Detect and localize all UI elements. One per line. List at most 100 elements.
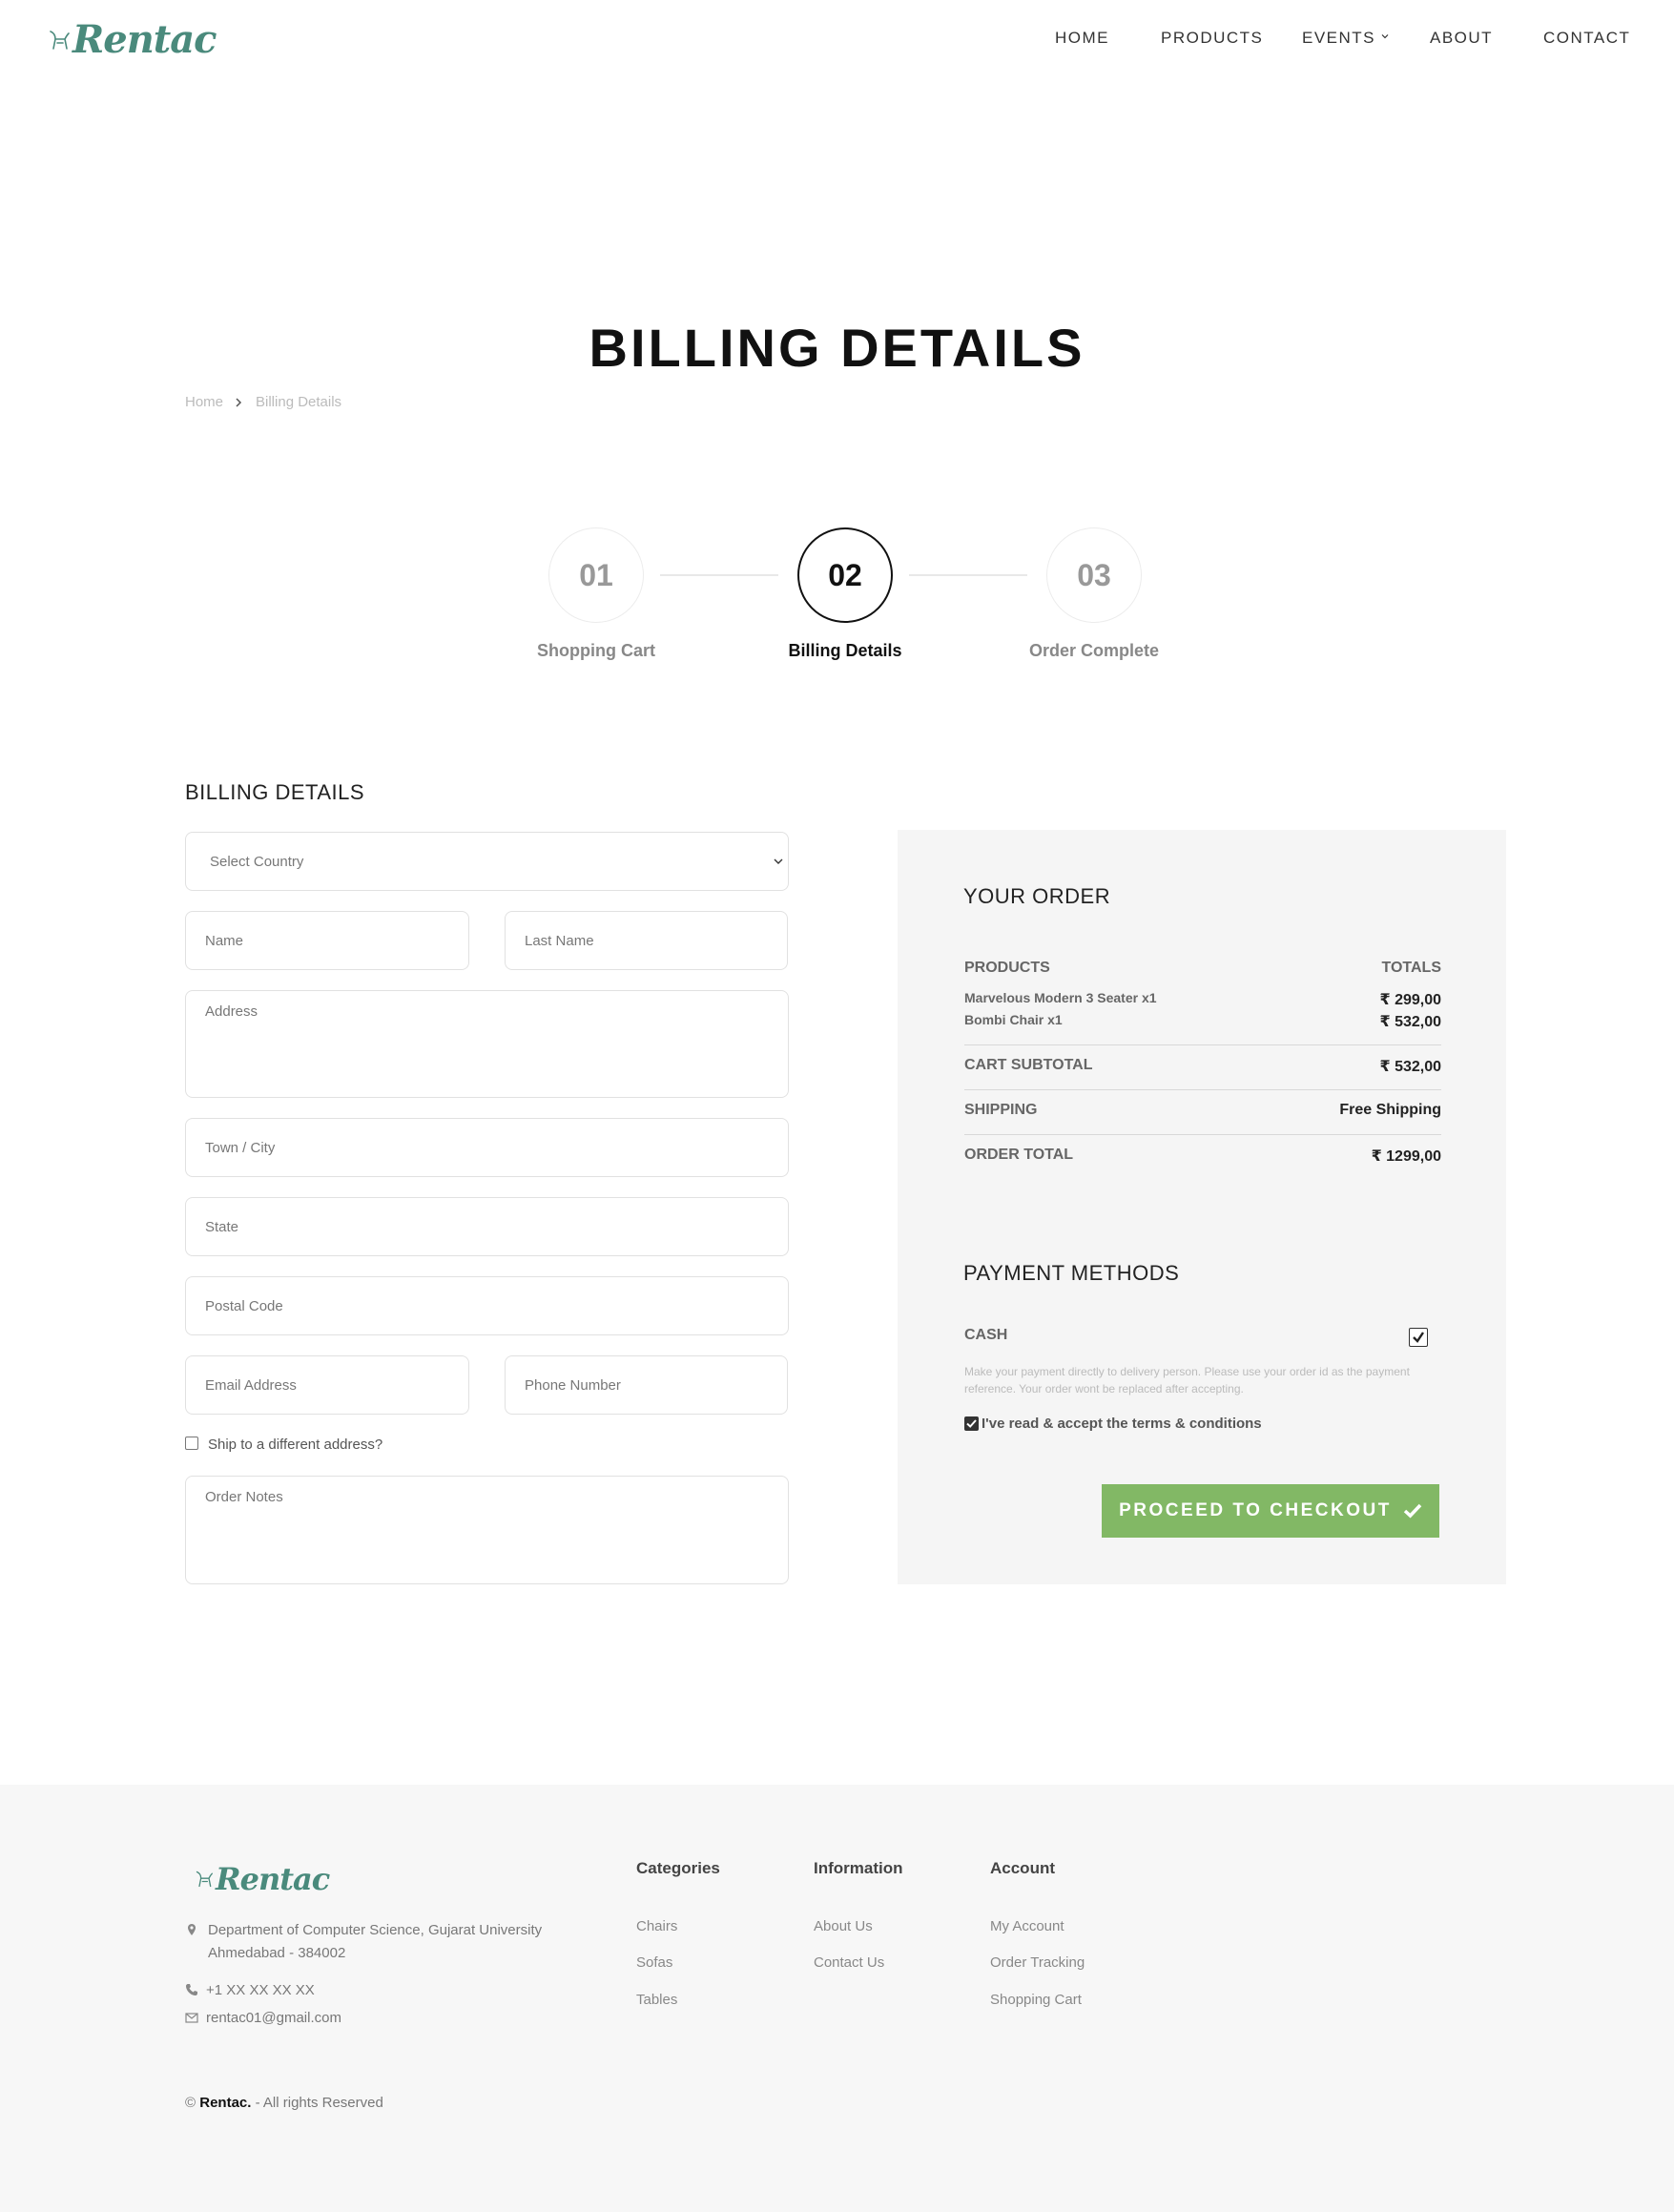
subtotal-label: CART SUBTOTAL	[964, 1057, 1093, 1073]
envelope-icon	[185, 2013, 198, 2023]
footer-categories-title: Categories	[636, 1859, 720, 1877]
phone-icon	[186, 1984, 197, 1995]
address-field[interactable]: Address	[185, 990, 789, 1098]
map-pin-icon	[188, 1924, 196, 1935]
footer-logo[interactable]: Rentac	[195, 1861, 330, 1897]
last-name-placeholder: Last Name	[525, 932, 594, 949]
proceed-to-checkout-button[interactable]: PROCEED TO CHECKOUT	[1102, 1484, 1439, 1538]
name-placeholder: Name	[205, 932, 244, 949]
ship-different-label: Ship to a different address?	[208, 1437, 383, 1453]
footer-link-contact-us[interactable]: Contact Us	[814, 1954, 884, 1971]
chevron-right-icon	[236, 397, 242, 407]
email-field[interactable]: Email Address	[185, 1355, 469, 1415]
name-field[interactable]: Name	[185, 911, 469, 970]
country-select[interactable]: Select Country	[185, 832, 789, 891]
footer-brand-name: Rentac	[216, 1861, 330, 1897]
last-name-field[interactable]: Last Name	[505, 911, 788, 970]
order-summary-panel: YOUR ORDER PRODUCTS TOTALS Marvelous Mod…	[898, 830, 1506, 1584]
payment-method-row: CASH	[964, 1327, 1441, 1344]
breadcrumb-home[interactable]: Home	[185, 394, 223, 410]
step-2-label: Billing Details	[788, 641, 902, 660]
payment-method-label: CASH	[964, 1327, 1008, 1343]
check-icon	[1403, 1503, 1422, 1519]
step-2-circle: 02	[797, 527, 893, 623]
copyright-text: - All rights Reserved	[255, 2095, 383, 2111]
shipping-label: SHIPPING	[964, 1102, 1038, 1118]
step-connector	[660, 574, 778, 576]
step-3-label: Order Complete	[1028, 641, 1160, 660]
order-item-price: ₹ 299,00	[1379, 992, 1441, 1008]
terms-label: I've read & accept the terms & condition…	[982, 1416, 1262, 1432]
footer-link-my-account[interactable]: My Account	[990, 1918, 1064, 1934]
step-3-circle: 03	[1046, 527, 1142, 623]
nav-contact[interactable]: CONTACT	[1543, 29, 1630, 48]
order-item-name: Bombi Chair x1	[964, 1012, 1063, 1027]
order-header-row: PRODUCTS TOTALS	[964, 960, 1441, 977]
terms-checkbox[interactable]	[964, 1416, 979, 1431]
order-item-row: Marvelous Modern 3 Seater x1 ₹ 299,00	[964, 990, 1441, 1008]
postal-code-field[interactable]: Postal Code	[185, 1276, 789, 1335]
breadcrumb: Home Billing Details	[185, 394, 341, 410]
nav-about[interactable]: ABOUT	[1430, 29, 1493, 48]
state-placeholder: State	[205, 1218, 239, 1235]
step-1-circle: 01	[548, 527, 644, 623]
email-placeholder: Email Address	[205, 1376, 297, 1394]
address-line-2: Ahmedabad - 384002	[208, 1945, 346, 1961]
ship-different-checkbox[interactable]	[185, 1437, 198, 1450]
footer-information-title: Information	[814, 1859, 903, 1877]
order-item-row: Bombi Chair x1 ₹ 532,00	[964, 1012, 1441, 1030]
divider	[964, 1044, 1441, 1045]
country-select-value: Select Country	[210, 853, 304, 870]
chevron-down-icon	[1381, 34, 1389, 39]
footer-link-order-tracking[interactable]: Order Tracking	[990, 1954, 1085, 1971]
copyright-symbol: ©	[185, 2095, 196, 2111]
order-total-label: ORDER TOTAL	[964, 1147, 1074, 1163]
chair-logo-icon	[196, 1871, 213, 1888]
payment-methods-title: PAYMENT METHODS	[963, 1261, 1180, 1285]
state-field[interactable]: State	[185, 1197, 789, 1256]
site-footer: Rentac Department of Computer Science, G…	[0, 1785, 1674, 2212]
subtotal-value: ₹ 532,00	[1379, 1059, 1441, 1075]
divider	[964, 1134, 1441, 1135]
shipping-row: SHIPPING Free Shipping	[964, 1102, 1441, 1119]
nav-home[interactable]: HOME	[1055, 29, 1109, 48]
order-item-name: Marvelous Modern 3 Seater x1	[964, 990, 1157, 1005]
phone-field[interactable]: Phone Number	[505, 1355, 788, 1415]
nav-events-label: EVENTS	[1302, 29, 1376, 47]
divider	[964, 1089, 1441, 1090]
footer-link-sofas[interactable]: Sofas	[636, 1954, 672, 1971]
payment-description: Make your payment directly to delivery p…	[964, 1365, 1410, 1395]
footer-link-about-us[interactable]: About Us	[814, 1918, 873, 1934]
subtotal-row: CART SUBTOTAL ₹ 532,00	[964, 1057, 1441, 1075]
copyright: © Rentac. - All rights Reserved	[185, 2095, 383, 2111]
nav-products[interactable]: PRODUCTS	[1161, 29, 1263, 48]
postal-code-placeholder: Postal Code	[205, 1297, 283, 1314]
address-line-1: Department of Computer Science, Gujarat …	[208, 1922, 543, 1938]
footer-email-address[interactable]: rentac01@gmail.com	[206, 2007, 341, 2030]
city-placeholder: Town / City	[205, 1139, 276, 1156]
page-title: BILLING DETAILS	[589, 318, 1085, 378]
footer-account-title: Account	[990, 1859, 1055, 1877]
order-notes-field[interactable]: Order Notes	[185, 1476, 789, 1584]
step-1-label: Shopping Cart	[537, 641, 655, 660]
order-notes-placeholder: Order Notes	[205, 1489, 283, 1505]
footer-link-chairs[interactable]: Chairs	[636, 1918, 677, 1934]
products-header: PRODUCTS	[964, 960, 1050, 976]
order-title: YOUR ORDER	[963, 884, 1111, 908]
footer-email: rentac01@gmail.com	[185, 2007, 341, 2030]
checkmark-icon	[1413, 1332, 1424, 1343]
footer-link-tables[interactable]: Tables	[636, 1992, 677, 2008]
footer-phone: +1 XX XX XX XX	[185, 1979, 315, 2002]
address-placeholder: Address	[205, 1003, 258, 1020]
nav-events[interactable]: EVENTS	[1302, 29, 1389, 48]
footer-link-shopping-cart[interactable]: Shopping Cart	[990, 1992, 1082, 2008]
footer-phone-number: +1 XX XX XX XX	[206, 1982, 315, 1998]
order-total-value: ₹ 1299,00	[1371, 1148, 1441, 1165]
totals-header: TOTALS	[1381, 960, 1441, 976]
city-field[interactable]: Town / City	[185, 1118, 789, 1177]
main-nav: HOME PRODUCTS EVENTS ABOUT CONTACT	[0, 29, 1674, 57]
chevron-down-icon	[774, 858, 783, 864]
cash-checkbox[interactable]	[1409, 1328, 1428, 1347]
copyright-brand: Rentac.	[199, 2095, 252, 2111]
footer-address: Department of Computer Science, Gujarat …	[185, 1919, 542, 1965]
